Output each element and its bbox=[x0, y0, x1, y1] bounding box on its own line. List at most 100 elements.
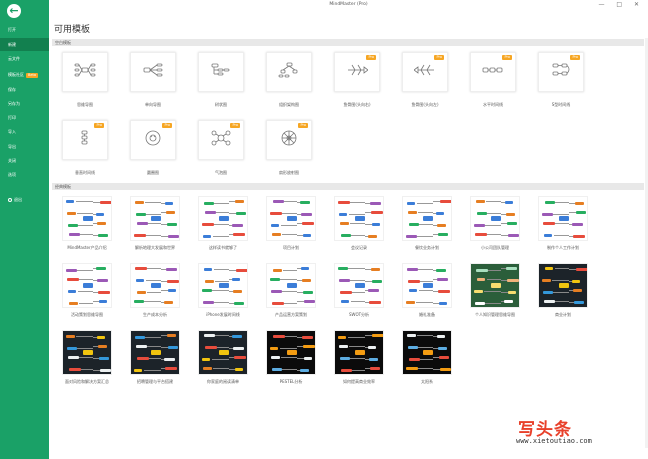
thumbnail-branch-line bbox=[351, 370, 365, 371]
back-button[interactable]: ← bbox=[7, 4, 21, 18]
thumbnail-branch-node bbox=[406, 301, 415, 304]
template-card-classic[interactable] bbox=[470, 196, 520, 241]
thumbnail-branch-node bbox=[575, 202, 584, 205]
template-card-classic[interactable] bbox=[62, 330, 112, 375]
template-card-classic[interactable] bbox=[334, 263, 384, 308]
thumbnail-branch-line bbox=[487, 279, 501, 280]
sidebar-item-1[interactable]: 新建 bbox=[0, 38, 49, 51]
template-card-classic[interactable] bbox=[402, 263, 452, 308]
sidebar-item-6[interactable]: 打印 bbox=[0, 111, 49, 124]
thumbnail-branch-line bbox=[484, 291, 501, 292]
thumbnail-branch-node bbox=[576, 268, 587, 271]
thumbnail-branch-node bbox=[407, 334, 416, 337]
thumbnail-branch-line bbox=[297, 358, 304, 359]
thumbnail-branch-line bbox=[283, 270, 297, 271]
thumbnail-branch-line bbox=[350, 358, 365, 359]
thumbnail-branch-node bbox=[202, 289, 212, 292]
thumbnail-branch-line bbox=[419, 359, 433, 360]
thumbnail-branch-line bbox=[77, 279, 93, 280]
template-label: 你家庭的阅读清单 bbox=[207, 379, 239, 384]
thumbnail-branch-line bbox=[555, 268, 569, 269]
sidebar-item-9[interactable]: 关闭 bbox=[0, 154, 49, 167]
thumbnail-branch-line bbox=[146, 214, 161, 215]
template-card-classic[interactable] bbox=[266, 263, 316, 308]
template-card-blank[interactable]: Pro bbox=[62, 120, 108, 160]
template-card-blank[interactable]: Pro bbox=[198, 120, 244, 160]
thumbnail-branch-node bbox=[134, 300, 144, 303]
template-card-classic[interactable] bbox=[266, 330, 316, 375]
thumbnail-branch-line bbox=[147, 358, 161, 359]
sidebar-item-3[interactable]: 模板社区 Beta bbox=[0, 68, 49, 81]
template-card-classic[interactable] bbox=[198, 330, 248, 375]
pro-badge: Pro bbox=[434, 55, 444, 60]
thumbnail-branch-node bbox=[168, 346, 178, 349]
thumbnail-branch-node bbox=[407, 202, 415, 205]
thumbnail-branch-node bbox=[508, 291, 516, 294]
thumbnail-branch-node bbox=[205, 280, 214, 283]
template-card-blank[interactable]: Pro bbox=[130, 120, 176, 160]
template-label: 这样读书就够了 bbox=[209, 245, 237, 250]
template-card-classic[interactable] bbox=[334, 196, 384, 241]
template-card-blank[interactable] bbox=[266, 52, 312, 92]
template-card-classic[interactable] bbox=[538, 196, 588, 241]
template-card-blank[interactable]: Pro bbox=[470, 52, 516, 92]
thumbnail-branch-node bbox=[205, 346, 217, 349]
thumbnail-branch-node bbox=[474, 224, 485, 227]
sidebar-item-4[interactable]: 保存 bbox=[0, 83, 49, 96]
sidebar-item-7[interactable]: 导入 bbox=[0, 125, 49, 138]
thumbnail-branch-line bbox=[161, 347, 168, 348]
sidebar-item-5[interactable]: 另存为 bbox=[0, 97, 49, 110]
page-title: 可用模板 bbox=[54, 25, 91, 35]
template-card-classic[interactable] bbox=[130, 196, 180, 241]
thumbnail-branch-line bbox=[297, 301, 304, 302]
thumbnail-branch-line bbox=[350, 223, 365, 224]
sidebar-item-8[interactable]: 导出 bbox=[0, 140, 49, 153]
thumbnail-branch-node bbox=[235, 200, 244, 203]
template-card-blank[interactable]: Pro bbox=[266, 120, 312, 160]
thumbnail-branch-node bbox=[234, 302, 244, 305]
section-header-classic: 经典模板 bbox=[52, 183, 644, 190]
template-card-classic[interactable] bbox=[334, 330, 384, 375]
template-card-classic[interactable] bbox=[402, 196, 452, 241]
beta-badge: Beta bbox=[26, 73, 39, 78]
sidebar-item-10[interactable]: 选项 bbox=[0, 168, 49, 181]
sidebar-item-2[interactable]: 云文件 bbox=[0, 52, 49, 65]
thumbnail-branch-node bbox=[507, 222, 517, 225]
thumbnail-branch-node bbox=[438, 233, 448, 236]
thumbnail-branch-line bbox=[486, 270, 501, 271]
thumbnail-branch-node bbox=[66, 200, 74, 203]
template-card-classic[interactable] bbox=[198, 263, 248, 308]
template-label: 扇形放射图 bbox=[279, 170, 299, 175]
template-card-blank[interactable] bbox=[198, 52, 244, 92]
template-card-classic[interactable] bbox=[130, 330, 180, 375]
template-card-classic[interactable] bbox=[266, 196, 316, 241]
template-card-blank[interactable] bbox=[62, 52, 108, 92]
template-card-classic[interactable] bbox=[62, 263, 112, 308]
timeline-horizontal-icon bbox=[482, 62, 504, 82]
thumbnail-branch-node bbox=[339, 345, 348, 348]
sidebar-item-label: 导入 bbox=[8, 129, 16, 134]
template-card-classic[interactable] bbox=[538, 263, 588, 308]
template-card-classic[interactable] bbox=[470, 263, 520, 308]
arrow-left-icon: ← bbox=[9, 4, 19, 17]
template-card-classic[interactable] bbox=[198, 196, 248, 241]
thumbnail-branch-node bbox=[271, 224, 279, 227]
thumbnail-branch-node bbox=[234, 356, 246, 359]
template-card-classic[interactable] bbox=[402, 330, 452, 375]
template-card-blank[interactable]: Pro bbox=[538, 52, 584, 92]
thumbnail-branch-node bbox=[438, 290, 450, 293]
thumbnail-branch-node bbox=[302, 336, 313, 339]
sidebar-item-11[interactable]: 退出 bbox=[0, 193, 49, 206]
thumbnail-branch-line bbox=[213, 302, 229, 303]
template-card-classic[interactable] bbox=[130, 263, 180, 308]
pro-badge: Pro bbox=[502, 55, 512, 60]
template-card-classic[interactable] bbox=[62, 196, 112, 241]
window-controls[interactable]: — □ ✕ bbox=[598, 0, 644, 10]
thumbnail-branch-node bbox=[436, 269, 446, 272]
template-card-blank[interactable]: Pro bbox=[334, 52, 380, 92]
template-card-blank[interactable]: Pro bbox=[402, 52, 448, 92]
thumbnail-branch-line bbox=[416, 302, 433, 303]
sidebar-item-0[interactable]: 打开 bbox=[0, 23, 49, 36]
template-card-blank[interactable] bbox=[130, 52, 176, 92]
thumbnail-center-node bbox=[219, 216, 229, 221]
